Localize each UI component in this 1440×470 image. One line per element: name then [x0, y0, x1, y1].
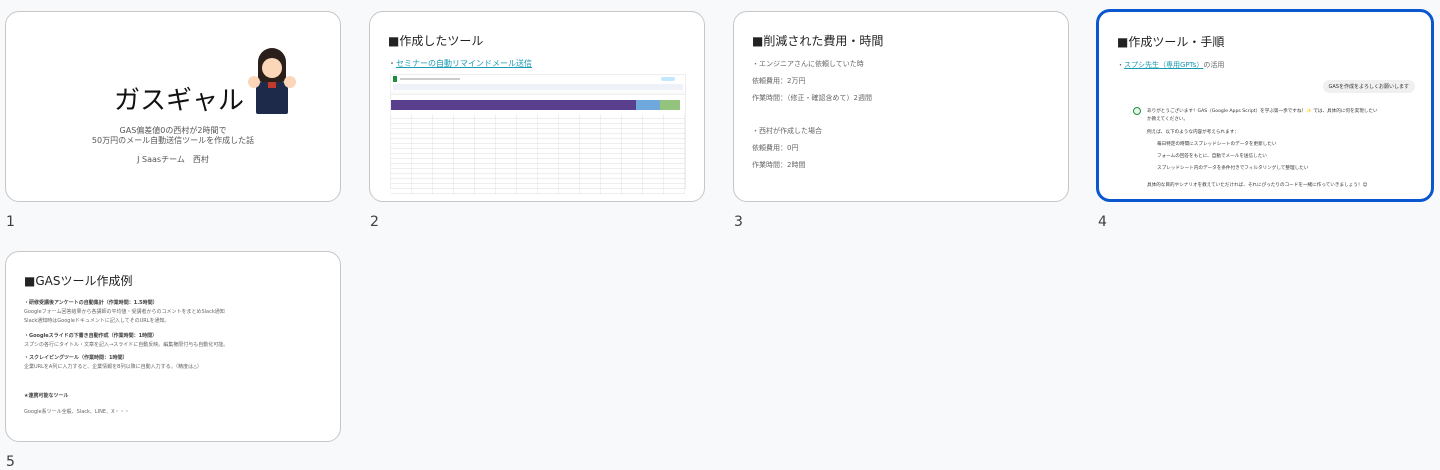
slide-number: 5	[6, 454, 15, 470]
slide-text: 依頼費用：0円	[752, 144, 799, 152]
slide-text: 依頼費用：2万円	[752, 77, 806, 85]
bullet: ・	[388, 59, 396, 68]
slide-number: 2	[370, 214, 379, 230]
slide-link[interactable]: セミナーの自動リマインドメール送信	[396, 59, 532, 68]
slide-title: ■作成ツール・手順	[1117, 35, 1225, 49]
slide-title: ガスギャル	[114, 86, 245, 116]
sheets-icon	[393, 76, 397, 82]
slide-text: ・エンジニアさんに依頼していた時	[752, 60, 864, 68]
slide-text: 作業時間：2時間	[752, 161, 806, 169]
bullet: ・	[1117, 61, 1124, 69]
slide-link[interactable]: スプシ先生（専用GPTs）	[1124, 61, 1203, 69]
slide-subtitle: 50万円のメール自動送信ツールを作成した話	[91, 136, 255, 145]
slide-text: の活用	[1203, 61, 1225, 69]
slide-thumbnail-3[interactable]: ■削減された費用・時間 ・エンジニアさんに依頼していた時 依頼費用：2万円 作業…	[733, 11, 1069, 202]
spreadsheet-screenshot	[390, 74, 686, 194]
slide-text: 企業URLをA列に入力すると、企業情報をB列以降に自動入力する。（精度は△）	[24, 364, 202, 370]
girl-illustration	[248, 48, 298, 118]
slide-number: 1	[6, 214, 15, 230]
slide-title: ■作成したツール	[388, 34, 484, 48]
slide-text: Googleフォーム回答結果から各講師の平均値・受講者からのコメントをまとめSl…	[24, 309, 225, 315]
slide-text: ・西村が作成した場合	[752, 127, 822, 135]
slide-text: ★連携可能なツール	[24, 393, 69, 399]
slide-thumbnail-2[interactable]: ■作成したツール ・セミナーの自動リマインドメール送信	[369, 11, 705, 202]
assistant-text: 具体的な目的やシナリオを教えていただければ、それにぴったりのコードを一緒に作って…	[1147, 183, 1368, 188]
slide-author: J Saasチーム 西村	[137, 155, 209, 164]
assistant-bullet: 毎日特定の時間にスプレッドシートのデータを更新したい	[1157, 142, 1277, 147]
slide-text: Google系ツール全般、Slack、LINE、X・・・	[24, 409, 130, 415]
slide-text: ・スクレイピングツール（作業時間：1時間）	[24, 355, 128, 361]
slide-number: 4	[1098, 214, 1107, 230]
slide-thumbnail-4[interactable]: ■作成ツール・手順 ・スプシ先生（専用GPTs）の活用 GASを作成をよろしくお…	[1096, 9, 1434, 202]
slide-number: 3	[734, 214, 743, 230]
slide-thumbnail-1[interactable]: ガスギャル GAS偏差値0の西村が2時間で 50万円のメール自動送信ツールを作成…	[5, 11, 341, 202]
assistant-bullet: フォームの回答をもとに、自動でメールを送信したい	[1157, 154, 1267, 159]
assistant-text: 例えば、以下のような内容が考えられます：	[1147, 130, 1239, 135]
assistant-text: ありがとうございます！GAS（Google Apps Script）を学ぶ第一歩…	[1147, 109, 1378, 114]
slide-text: ・Googleスライドの下書き自動作成（作業時間：1時間）	[24, 333, 158, 339]
assistant-bullet: スプレッドシート内のデータを条件付きでフィルタリングして整理したい	[1157, 166, 1309, 171]
slide-text: Slack通知時はGoogleドキュメントに記入してそのURLを通知。	[24, 318, 170, 324]
assistant-text: か教えてください。	[1147, 117, 1188, 122]
slide-text: 作業時間：（修正・確認含めて）2週間	[752, 94, 872, 102]
slide-text: スプシの各行にタイトル・文章を記入→スライドに自動反映。編集権限付与も自動化可能…	[24, 342, 229, 348]
slide-text: ・研修受講後アンケートの自動集計（作業時間：1.5時間）	[24, 300, 158, 306]
assistant-icon	[1133, 107, 1141, 115]
user-message: GASを作成をよろしくお願いします	[1322, 80, 1415, 93]
slide-title: ■削減された費用・時間	[752, 34, 884, 48]
slide-title: ■GASツール作成例	[24, 274, 133, 288]
slide-thumbnail-5[interactable]: ■GASツール作成例 ・研修受講後アンケートの自動集計（作業時間：1.5時間） …	[5, 251, 341, 442]
